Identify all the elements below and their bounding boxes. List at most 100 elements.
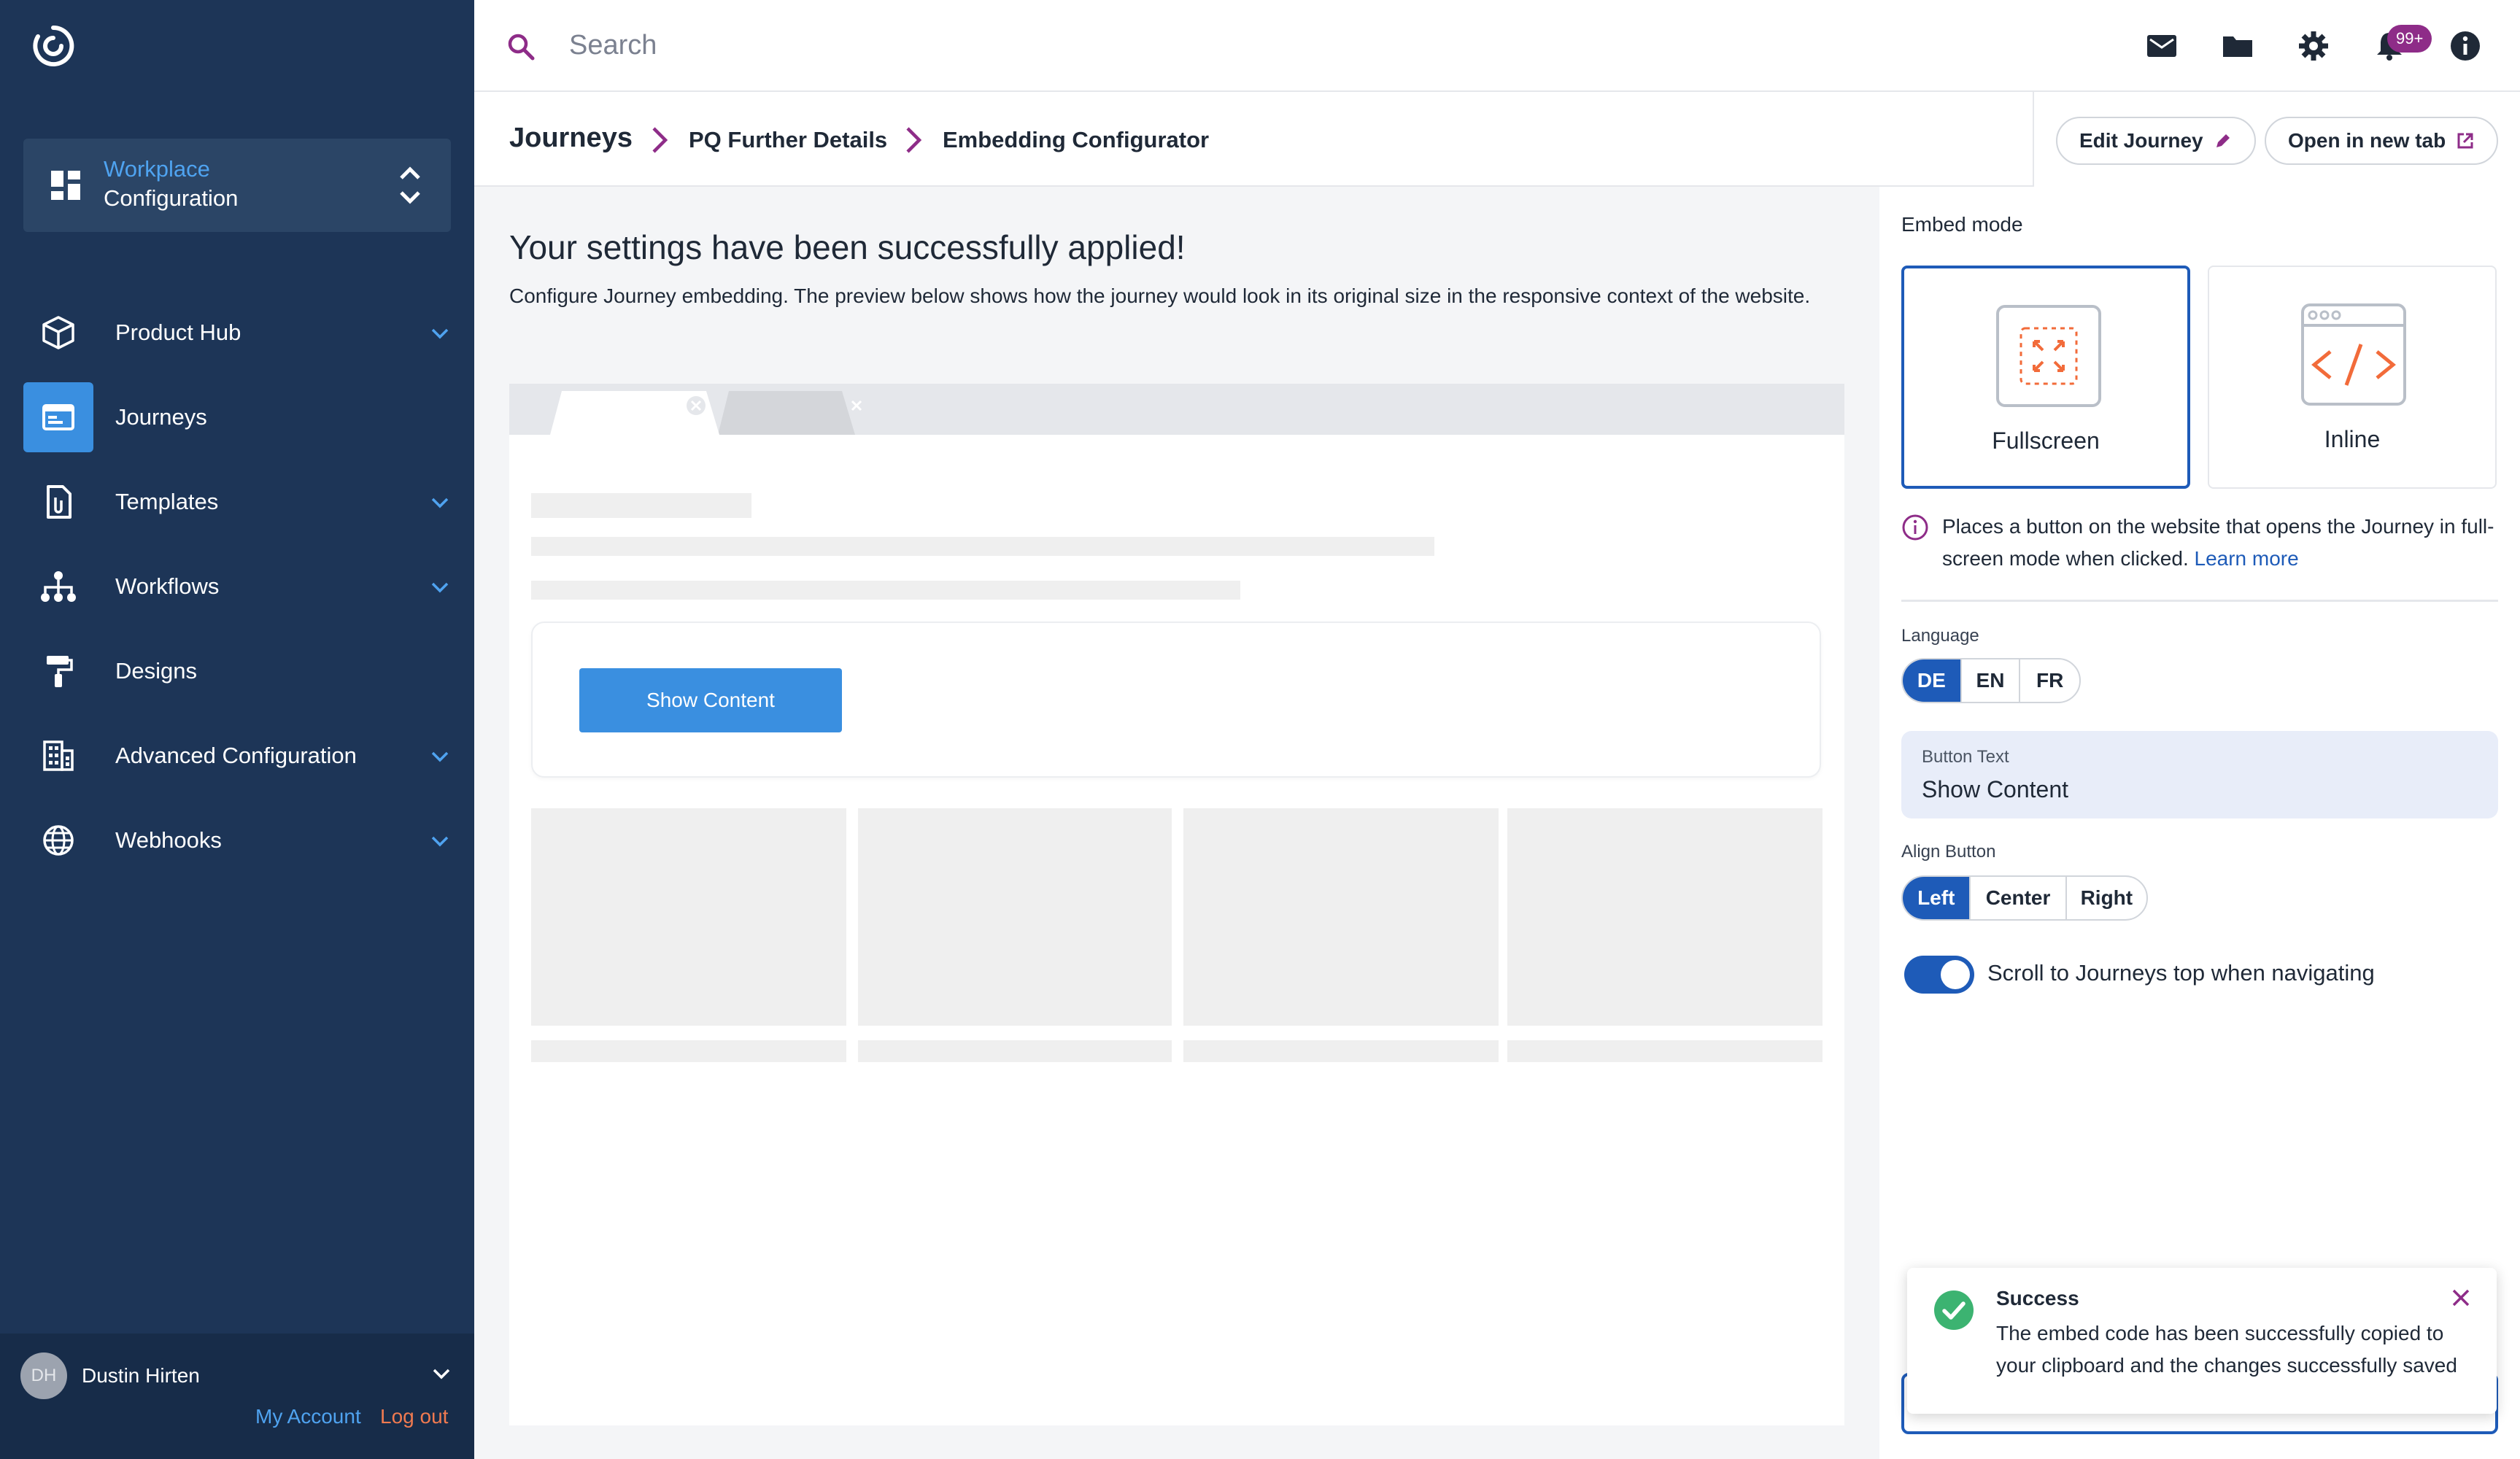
- preview-show-content-button[interactable]: Show Content: [579, 668, 842, 732]
- pencil-icon: [2216, 134, 2230, 147]
- skeleton-line: [531, 537, 1434, 556]
- skeleton-card: [858, 808, 1172, 1026]
- sidebar-item-label: Webhooks: [115, 827, 222, 853]
- embed-mode-inline[interactable]: Inline: [2208, 266, 2497, 489]
- button-text-field: Button Text: [1901, 731, 2498, 818]
- skeleton-card: [1183, 808, 1499, 1026]
- user-menu: DH Dustin Hirten My Account Log out: [0, 1334, 474, 1459]
- language-option-fr[interactable]: FR: [2020, 659, 2079, 702]
- box-icon: [42, 316, 74, 349]
- button-text-label: Button Text: [1922, 747, 2009, 767]
- chevron-down-icon[interactable]: [429, 576, 451, 598]
- folder-icon[interactable]: [2221, 29, 2254, 63]
- dashboard-grid-icon: [51, 171, 80, 200]
- app-logo-icon[interactable]: [29, 22, 77, 70]
- skeleton-line: [1507, 1040, 1823, 1062]
- sidebar-item-product-hub[interactable]: Product Hub: [23, 298, 451, 368]
- open-in-new-tab-button[interactable]: Open in new tab: [2265, 117, 2499, 165]
- align-option-right[interactable]: Right: [2067, 877, 2146, 919]
- workspace-section: Configuration: [104, 185, 239, 211]
- user-name[interactable]: Dustin Hirten: [82, 1364, 200, 1388]
- close-icon[interactable]: [2450, 1287, 2472, 1309]
- gear-icon[interactable]: [2297, 29, 2330, 63]
- sidebar: Workplace Configuration Product Hub Jour…: [0, 0, 474, 1459]
- edit-journey-label: Edit Journey: [2079, 129, 2203, 152]
- sidebar-item-label: Designs: [115, 658, 197, 684]
- align-option-center[interactable]: Center: [1971, 877, 2067, 919]
- language-selector: DE EN FR: [1901, 658, 2081, 703]
- sidebar-item-label: Advanced Configuration: [115, 743, 357, 768]
- skeleton-line: [531, 581, 1240, 600]
- align-button-selector: Left Center Right: [1901, 875, 2148, 921]
- scroll-to-top-label: Scroll to Journeys top when navigating: [1987, 960, 2375, 986]
- language-option-de[interactable]: DE: [1903, 659, 1962, 702]
- learn-more-link[interactable]: Learn more: [2195, 547, 2299, 570]
- search-icon: [508, 34, 535, 61]
- paint-roller-icon: [47, 656, 73, 687]
- my-account-link[interactable]: My Account: [255, 1405, 361, 1428]
- sidebar-item-label: Templates: [115, 489, 219, 514]
- skeleton-line: [531, 493, 751, 518]
- embed-mode-fullscreen[interactable]: Fullscreen: [1901, 266, 2190, 489]
- edit-journey-button[interactable]: Edit Journey: [2056, 117, 2256, 165]
- info-icon[interactable]: [2449, 29, 2482, 63]
- preview-browser-tabs: [550, 391, 866, 435]
- check-circle-icon: [1934, 1290, 1974, 1330]
- search-input[interactable]: [569, 25, 1882, 66]
- chevron-down-icon[interactable]: [429, 830, 451, 852]
- log-out-link[interactable]: Log out: [380, 1405, 448, 1428]
- fullscreen-icon: [1996, 305, 2101, 407]
- scroll-to-top-toggle[interactable]: [1904, 956, 1974, 994]
- avatar[interactable]: DH: [20, 1352, 67, 1399]
- skeleton-line: [858, 1040, 1172, 1062]
- divider: [1901, 600, 2498, 602]
- workflow-icon: [41, 571, 76, 602]
- sidebar-item-label: Workflows: [115, 573, 220, 599]
- toast-title: Success: [1996, 1287, 2079, 1309]
- sidebar-item-designs[interactable]: Designs: [23, 636, 451, 706]
- embed-mode-label: Inline: [2324, 426, 2381, 452]
- mail-icon[interactable]: [2145, 29, 2179, 63]
- template-icon: [47, 485, 71, 519]
- embed-preview: Show Content: [509, 384, 1844, 1425]
- workspace-name: Workplace: [104, 156, 210, 182]
- toggle-knob: [1941, 960, 1970, 989]
- skeleton-card: [531, 808, 846, 1026]
- sidebar-item-label: Journeys: [115, 404, 207, 430]
- align-option-left[interactable]: Left: [1903, 877, 1971, 919]
- chevron-down-icon[interactable]: [429, 322, 451, 344]
- embed-mode-label: Fullscreen: [1992, 427, 2100, 454]
- building-icon: [43, 740, 74, 771]
- sidebar-item-advanced-configuration[interactable]: Advanced Configuration: [23, 721, 451, 791]
- embed-mode-description: Places a button on the website that open…: [1942, 511, 2504, 575]
- code-window-icon: [2301, 303, 2406, 406]
- journey-icon: [42, 404, 74, 430]
- language-option-en[interactable]: EN: [1962, 659, 2021, 702]
- chevron-down-icon[interactable]: [430, 1363, 452, 1385]
- language-label: Language: [1901, 626, 1979, 646]
- chevron-down-icon[interactable]: [429, 492, 451, 514]
- info-circle-icon: [1902, 514, 1928, 541]
- preview-browser-bar: [509, 384, 1844, 435]
- open-in-new-tab-label: Open in new tab: [2288, 129, 2446, 152]
- embed-mode-label: Embed mode: [1901, 213, 2023, 236]
- preview-content-card: Show Content: [531, 622, 1821, 778]
- sidebar-item-webhooks[interactable]: Webhooks: [23, 805, 451, 875]
- breadcrumb-item-journeys[interactable]: Journeys: [509, 123, 633, 154]
- button-text-input[interactable]: [1922, 773, 2476, 805]
- workspace-switcher[interactable]: Workplace Configuration: [23, 139, 451, 232]
- top-bar: 99+: [474, 0, 2520, 92]
- skeleton-line: [1183, 1040, 1499, 1062]
- success-toast: Success The embed code has been successf…: [1907, 1268, 2497, 1414]
- sidebar-item-journeys[interactable]: Journeys: [23, 382, 451, 452]
- sidebar-item-label: Product Hub: [115, 320, 241, 345]
- notification-count-badge: 99+: [2387, 25, 2432, 53]
- external-link-icon: [2457, 133, 2473, 149]
- sidebar-item-templates[interactable]: Templates: [23, 467, 451, 537]
- sidebar-item-workflows[interactable]: Workflows: [23, 552, 451, 622]
- chevron-down-icon[interactable]: [429, 746, 451, 767]
- breadcrumb-item-pq-further-details[interactable]: PQ Further Details: [689, 127, 887, 153]
- toast-message: The embed code has been successfully cop…: [1996, 1322, 2457, 1377]
- page-description: Configure Journey embedding. The preview…: [509, 285, 1811, 307]
- align-button-label: Align Button: [1901, 842, 1996, 862]
